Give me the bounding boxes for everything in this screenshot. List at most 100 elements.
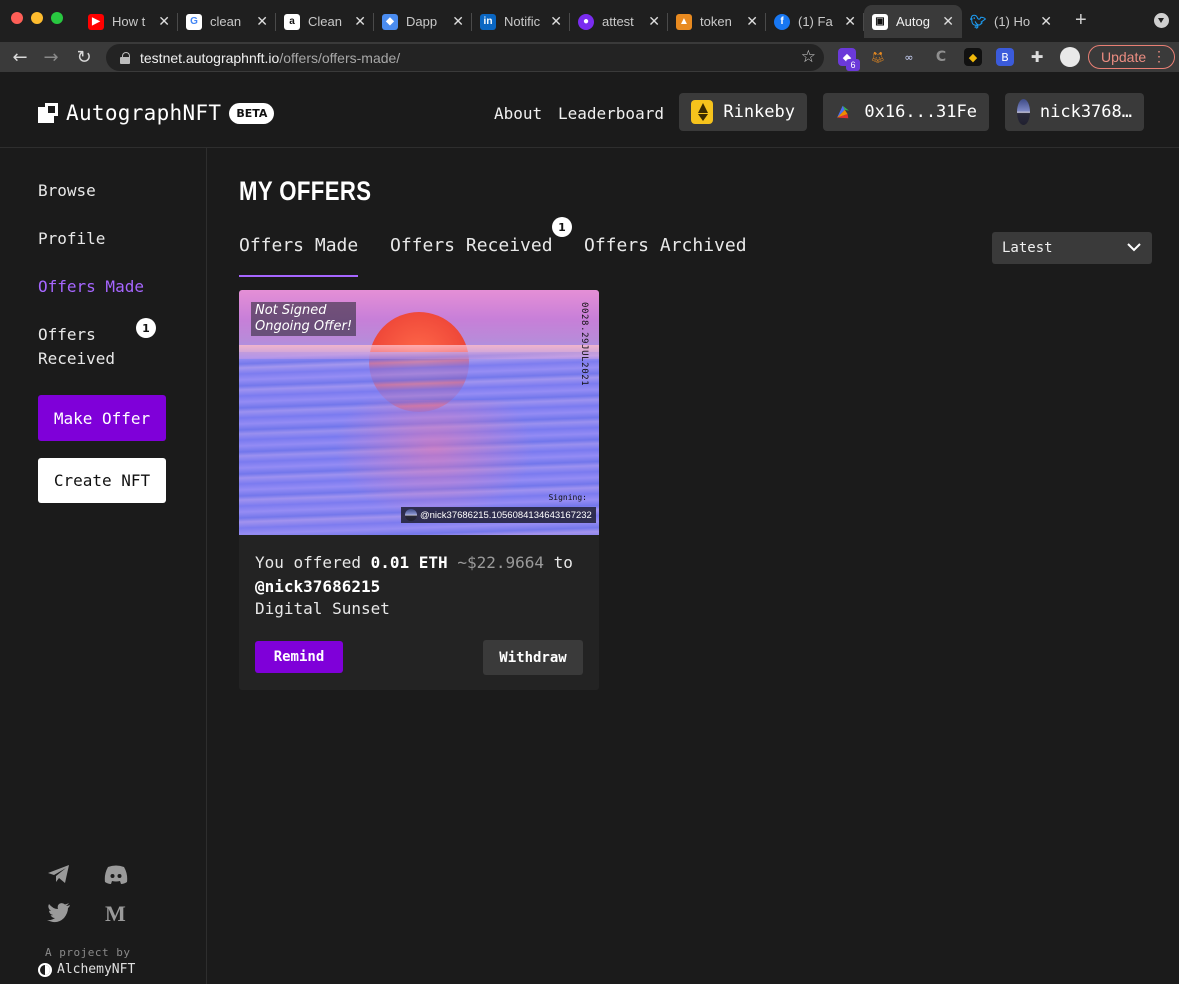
- discord-icon[interactable]: [103, 862, 129, 888]
- alchemy-link[interactable]: AlchemyNFT: [38, 962, 135, 977]
- nft-name: Digital Sunset: [255, 599, 390, 618]
- username: nick3768…: [1039, 102, 1132, 122]
- sidebar-item-browse[interactable]: Browse: [38, 179, 96, 203]
- withdraw-label: Withdraw: [499, 649, 567, 666]
- nft-image[interactable]: Not Signed Ongoing Offer! 0028.29JUL2021…: [239, 290, 599, 535]
- update-label: Update: [1101, 49, 1147, 65]
- signing-label: Signing:: [548, 493, 587, 502]
- browser-tab[interactable]: G clean ✕: [178, 5, 276, 38]
- forward-button[interactable]: →: [40, 46, 62, 68]
- sidebar-item-offers-made[interactable]: Offers Made: [38, 275, 144, 299]
- tab-title: token: [700, 14, 732, 29]
- profile-avatar[interactable]: [1060, 47, 1080, 67]
- browser-tab[interactable]: ● attest ✕: [570, 5, 668, 38]
- more-menu-icon[interactable]: ⋮: [1152, 48, 1166, 65]
- tab-title: (1) Fa: [798, 14, 833, 29]
- browser-tab[interactable]: 🐦︎ (1) Ho ✕: [962, 5, 1060, 38]
- make-offer-label: Make Offer: [53, 408, 151, 428]
- browser-tab-bar: ▶ How t ✕ G clean ✕ a Clean ✕ ◆ Dapp ✕ i…: [0, 0, 1179, 42]
- amazon-icon: a: [284, 13, 300, 30]
- offer-status-label: Not Signed Ongoing Offer!: [251, 302, 357, 336]
- c-extension-icon[interactable]: C: [932, 48, 950, 66]
- puzzle-extensions-icon[interactable]: ✚: [1028, 48, 1046, 66]
- minimize-window-button[interactable]: [31, 12, 43, 24]
- tab-title: clean: [210, 14, 242, 29]
- shield-extension-icon[interactable]: B: [996, 48, 1014, 66]
- linkedin-icon: in: [480, 13, 496, 30]
- close-tab-icon[interactable]: ✕: [256, 13, 268, 30]
- make-offer-button[interactable]: Make Offer: [38, 395, 166, 441]
- logo-text: AutographNFT: [66, 101, 222, 125]
- nav-leaderboard[interactable]: Leaderboard: [558, 104, 664, 123]
- close-window-button[interactable]: [11, 12, 23, 24]
- date-stamp: 0028.29JUL2021: [579, 302, 589, 387]
- close-tab-icon[interactable]: ✕: [1040, 13, 1052, 30]
- browser-tab[interactable]: ▶ How t ✕: [80, 5, 178, 38]
- tab-offers-archived[interactable]: Offers Archived: [584, 235, 747, 256]
- offer-amount: 0.01 ETH: [370, 553, 448, 572]
- update-button[interactable]: Update ⋮: [1088, 45, 1175, 69]
- alchemy-label: AlchemyNFT: [57, 962, 136, 977]
- tab-title: Notific: [504, 14, 541, 29]
- browser-tab[interactable]: in Notific ✕: [472, 5, 570, 38]
- wallet-button[interactable]: 0x16...31Fe: [823, 93, 989, 131]
- tab-offers-received[interactable]: Offers Received: [390, 235, 553, 256]
- sidebar-item-profile[interactable]: Profile: [38, 227, 105, 251]
- recipient-link[interactable]: @nick37686215: [255, 577, 380, 596]
- tab-title: Autog: [896, 14, 930, 29]
- user-menu-button[interactable]: nick3768…: [1005, 93, 1144, 131]
- network-button[interactable]: Rinkeby: [679, 93, 807, 131]
- bookmark-star-icon[interactable]: ☆: [801, 47, 816, 67]
- offer-summary: You offered 0.01 ETH ~$22.9664 to @nick3…: [255, 553, 573, 596]
- sort-select[interactable]: Latest: [992, 232, 1152, 264]
- close-tab-icon[interactable]: ✕: [158, 13, 170, 30]
- browser-tab[interactable]: ▲ token ✕: [668, 5, 766, 38]
- site-logo[interactable]: AutographNFT BETA: [38, 101, 275, 125]
- telegram-icon[interactable]: [46, 861, 72, 887]
- twitter-icon: 🐦︎: [969, 13, 987, 29]
- close-tab-icon[interactable]: ✕: [746, 13, 758, 30]
- browser-tab[interactable]: a Clean ✕: [276, 5, 374, 38]
- attest-icon: ●: [578, 13, 594, 30]
- back-button[interactable]: ←: [9, 46, 31, 68]
- binance-icon[interactable]: ◆: [964, 48, 982, 66]
- offer-card[interactable]: Not Signed Ongoing Offer! 0028.29JUL2021…: [239, 290, 599, 690]
- close-tab-icon[interactable]: ✕: [354, 13, 366, 30]
- create-nft-button[interactable]: Create NFT: [38, 458, 166, 503]
- remind-button[interactable]: Remind: [255, 641, 343, 673]
- maximize-window-button[interactable]: [51, 12, 63, 24]
- close-tab-icon[interactable]: ✕: [452, 13, 464, 30]
- lock-icon[interactable]: [120, 51, 130, 64]
- signer-handle: @nick37686215.1056084134643167232: [420, 509, 592, 521]
- autograph-logo-icon: [38, 103, 58, 123]
- twitter-icon[interactable]: [46, 900, 72, 926]
- project-by-label: A project by: [45, 946, 131, 959]
- browser-tab-active[interactable]: ▣ Autog ✕: [864, 5, 962, 38]
- site-header: AutographNFT BETA About Leaderboard Rink…: [0, 72, 1179, 148]
- close-tab-icon[interactable]: ✕: [550, 13, 562, 30]
- url-host: testnet.autographnft.io: [140, 49, 280, 66]
- active-tab-indicator: [239, 275, 358, 277]
- extension-badge: 6: [846, 59, 860, 71]
- address-bar[interactable]: testnet.autographnft.io/offers/offers-ma…: [106, 44, 824, 71]
- tab-search-icon[interactable]: [1154, 13, 1169, 28]
- withdraw-button[interactable]: Withdraw: [483, 640, 583, 675]
- tab-offers-made[interactable]: Offers Made: [239, 235, 358, 256]
- metamask-icon[interactable]: 🦊︎: [869, 48, 887, 66]
- close-tab-icon[interactable]: ✕: [844, 13, 856, 30]
- nav-about[interactable]: About: [494, 104, 542, 123]
- sidebar-item-offers-received[interactable]: Offers Received: [38, 323, 115, 371]
- medium-icon[interactable]: M: [103, 900, 129, 926]
- close-tab-icon[interactable]: ✕: [648, 13, 660, 30]
- signer-avatar: [405, 509, 417, 521]
- new-tab-button[interactable]: +: [1075, 9, 1087, 32]
- link-extension-icon[interactable]: ∞: [900, 48, 918, 66]
- browser-tab[interactable]: f (1) Fa ✕: [766, 5, 864, 38]
- close-tab-icon[interactable]: ✕: [942, 13, 954, 30]
- browser-tab[interactable]: ◆ Dapp ✕: [374, 5, 472, 38]
- tab-title: (1) Ho: [994, 14, 1031, 29]
- wallet-icon: [837, 105, 850, 119]
- sidebar: [0, 148, 207, 984]
- reload-button[interactable]: ↻: [73, 46, 95, 68]
- signer-tag: @nick37686215.1056084134643167232: [401, 507, 596, 523]
